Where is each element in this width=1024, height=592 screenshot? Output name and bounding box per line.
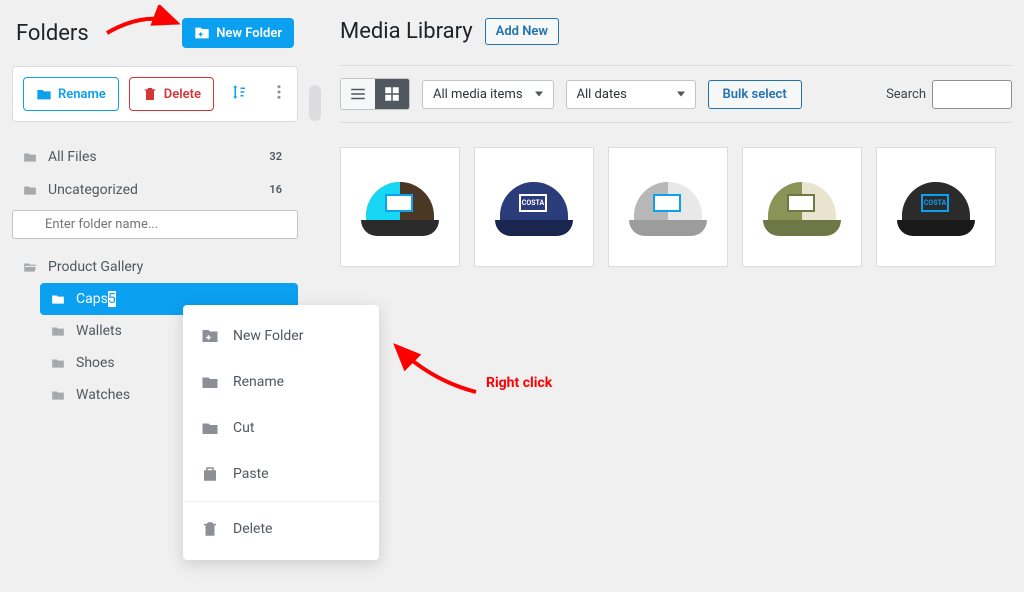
count-badge: 16 (263, 181, 288, 198)
sort-button[interactable] (224, 77, 254, 111)
rename-button[interactable]: Rename (23, 77, 119, 111)
folder-plus-icon (194, 25, 210, 41)
search-label: Search (886, 87, 926, 102)
folder-uncategorized[interactable]: Uncategorized 16 (12, 173, 298, 206)
new-folder-label: New Folder (216, 26, 282, 41)
cut-icon (201, 419, 219, 437)
folder-toolbar: Rename Delete (12, 66, 298, 122)
grid-icon (383, 85, 401, 103)
count-badge: 32 (263, 148, 288, 165)
more-options-button[interactable] (264, 77, 294, 111)
ctx-delete[interactable]: Delete (183, 501, 379, 552)
count-badge: 5 (108, 291, 116, 307)
view-toggle (340, 78, 410, 110)
filter-bar: All media items All dates Bulk select Se… (340, 65, 1012, 123)
folder-name-input[interactable] (12, 210, 298, 239)
dots-vertical-icon (270, 83, 288, 101)
annotation-arrow-new-folder (105, 5, 183, 41)
rename-icon (36, 86, 52, 102)
annotation-label: Right click (486, 375, 552, 391)
trash-icon (142, 86, 158, 102)
page-title: Media Library (340, 19, 473, 44)
new-folder-button[interactable]: New Folder (182, 18, 294, 48)
search-input[interactable] (932, 80, 1012, 109)
filter-dates-select[interactable]: All dates (566, 80, 696, 109)
media-item[interactable]: COSTA (876, 147, 996, 267)
delete-button[interactable]: Delete (129, 77, 214, 111)
media-grid: COSTA COSTA (340, 147, 1012, 267)
ctx-rename[interactable]: Rename (183, 359, 379, 405)
trash-icon (201, 520, 219, 538)
folder-icon (22, 183, 38, 197)
bulk-select-button[interactable]: Bulk select (708, 80, 802, 109)
paste-icon (201, 465, 219, 483)
folder-icon (50, 324, 66, 338)
media-item[interactable] (608, 147, 728, 267)
annotation-arrow-right-click: Right click (390, 340, 552, 396)
folder-icon (50, 356, 66, 370)
folder-icon (50, 292, 66, 306)
add-new-button[interactable]: Add New (485, 18, 559, 45)
ctx-cut[interactable]: Cut (183, 405, 379, 451)
resize-handle[interactable] (309, 85, 321, 121)
media-item[interactable]: COSTA (474, 147, 594, 267)
folder-icon (50, 388, 66, 402)
tree-product-gallery[interactable]: Product Gallery (12, 251, 298, 283)
ctx-new-folder[interactable]: New Folder (183, 313, 379, 359)
rename-icon (201, 373, 219, 391)
sort-icon (230, 83, 248, 101)
folder-icon (22, 150, 38, 164)
media-item[interactable] (742, 147, 862, 267)
sidebar-title: Folders (16, 21, 89, 46)
folder-all-files[interactable]: All Files 32 (12, 140, 298, 173)
list-icon (349, 85, 367, 103)
media-library-main: Media Library Add New All media items Al… (322, 0, 1024, 592)
view-list-button[interactable] (341, 79, 375, 109)
view-grid-button[interactable] (375, 79, 409, 109)
folder-open-icon (22, 260, 38, 274)
media-item[interactable] (340, 147, 460, 267)
context-menu: New Folder Rename Cut Paste Delete (183, 305, 379, 560)
filter-media-select[interactable]: All media items (422, 80, 554, 109)
folder-plus-icon (201, 327, 219, 345)
ctx-paste[interactable]: Paste (183, 451, 379, 497)
